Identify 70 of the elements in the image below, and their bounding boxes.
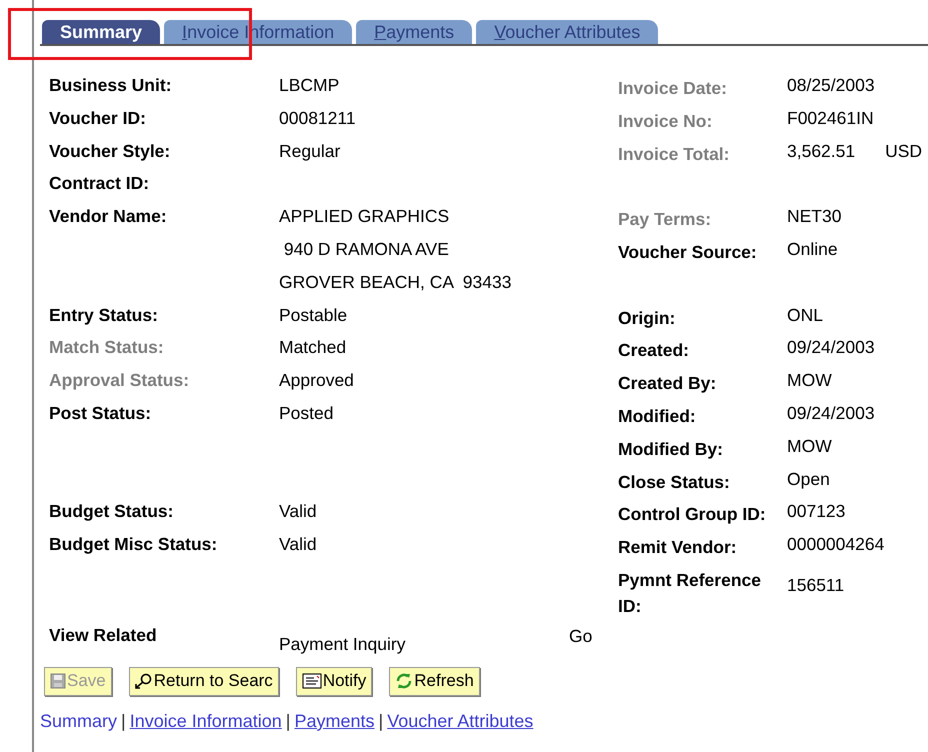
field-label: Remit Vendor:: [618, 537, 737, 558]
field-value: 00081211: [279, 108, 356, 128]
field-label: Voucher Source:: [618, 242, 757, 262]
go-link[interactable]: Go: [569, 626, 592, 647]
field-value: MOW: [787, 370, 832, 390]
page-link[interactable]: Summary: [40, 710, 118, 731]
field-value: GROVER BEACH, CA 93433: [279, 272, 512, 292]
related-page-value: Payment Inquiry: [279, 634, 406, 655]
field-label: Approval Status:: [49, 370, 190, 390]
view-related-label: View Related: [49, 624, 158, 646]
field-label: Modified By:: [618, 438, 723, 459]
field-label: Control Group ID:: [618, 504, 766, 524]
field-value: 08/25/2003: [787, 75, 875, 95]
note-icon: [302, 673, 322, 690]
field-value: Valid: [279, 501, 317, 522]
field-value: Open: [787, 468, 830, 489]
save-icon: [50, 673, 66, 690]
field-label: Match Status:: [49, 337, 164, 358]
field-value: APPLIED GRAPHICS: [279, 206, 450, 226]
field-label: Invoice Total:: [618, 144, 730, 164]
field-value: MOW: [787, 436, 832, 456]
page-link[interactable]: Invoice Information: [130, 710, 282, 731]
toolbar-button[interactable]: Return to Searc: [128, 666, 279, 696]
field-label: Invoice No:: [618, 110, 712, 131]
magnifier-icon: [134, 673, 153, 690]
field-value: Online: [787, 238, 838, 259]
field-value: 0000004264: [787, 534, 884, 554]
link-separator: |: [286, 710, 290, 731]
currency-code: USD: [885, 140, 922, 161]
field-label: Budget Misc Status:: [49, 534, 218, 554]
refresh-icon: [395, 672, 414, 690]
field-value: 3,562.51: [787, 140, 856, 161]
field-value: 09/24/2003: [787, 337, 875, 358]
field-value: Approved: [279, 370, 354, 390]
field-value: LBCMP: [279, 75, 340, 95]
field-label: Vendor Name:: [49, 206, 167, 226]
field-value: ONL: [787, 304, 823, 325]
field-label: Business Unit:: [49, 75, 172, 95]
field-label: Created:: [618, 340, 689, 360]
field-label: Contract ID:: [49, 173, 150, 194]
field-label: Entry Status:: [49, 304, 158, 325]
field-label: Modified:: [618, 406, 696, 426]
link-separator: |: [378, 710, 384, 731]
field-value: Postable: [279, 304, 348, 325]
field-label: Origin:: [618, 308, 676, 328]
field-label: Post Status:: [49, 402, 152, 423]
field-label: Budget Status:: [49, 501, 174, 522]
field-value: 156511: [787, 574, 844, 595]
field-value: 940 D RAMONA AVE: [282, 238, 449, 259]
field-label: Voucher Style:: [49, 140, 170, 161]
field-value: NET30: [787, 206, 842, 226]
toolbar-button[interactable]: Notify: [296, 666, 372, 696]
field-value: 09/24/2003: [787, 402, 875, 423]
link-separator: |: [121, 710, 126, 731]
field-label: Pymnt Reference ID:: [618, 568, 762, 618]
field-label: Close Status:: [618, 472, 730, 492]
field-label: Created By:: [618, 373, 716, 394]
field-value: Valid: [279, 534, 317, 554]
field-value: Posted: [279, 402, 334, 423]
field-label: Voucher ID:: [49, 108, 146, 128]
page-link[interactable]: Voucher Attributes: [387, 710, 534, 731]
tab[interactable]: Summary: [42, 20, 160, 44]
field-value: 007123: [787, 501, 846, 522]
toolbar-button[interactable]: Refresh: [389, 666, 480, 696]
field-value: Matched: [279, 337, 346, 358]
field-label: Pay Terms:: [618, 209, 712, 230]
field-value: Regular: [279, 140, 340, 161]
field-value: F002461IN: [787, 108, 874, 128]
page-link[interactable]: Payments: [294, 710, 375, 731]
field-label: Invoice Date:: [618, 78, 727, 98]
